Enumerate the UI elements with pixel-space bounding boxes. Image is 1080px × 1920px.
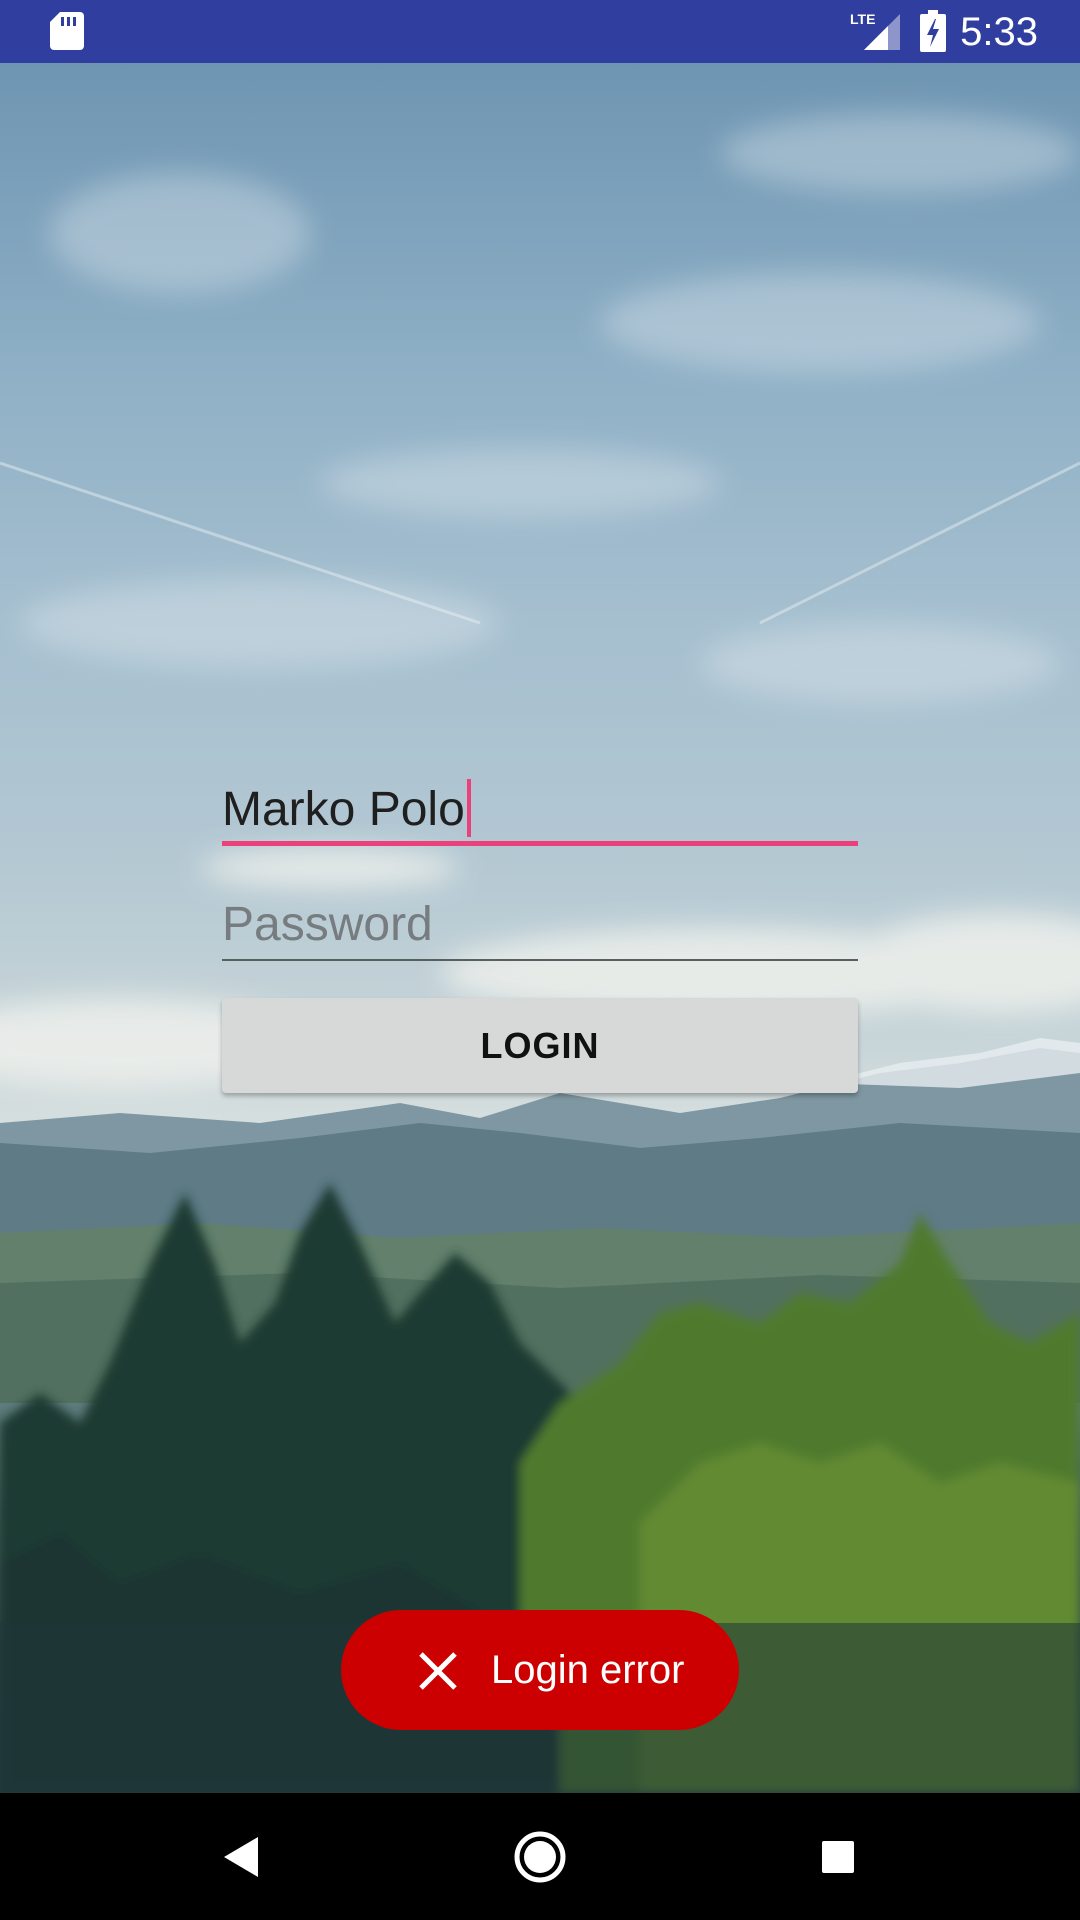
sd-card-icon — [50, 12, 84, 50]
text-cursor — [466, 779, 471, 837]
login-screen: LTE 5:33 Marko Polo LOGIN Login error — [0, 0, 1080, 1920]
password-underline — [222, 959, 858, 961]
password-input[interactable] — [222, 894, 858, 954]
network-label: LTE — [850, 11, 875, 27]
login-button[interactable]: LOGIN — [222, 998, 858, 1093]
back-icon[interactable] — [224, 1837, 258, 1877]
login-error-toast: Login error — [341, 1610, 739, 1730]
navigation-bar — [0, 1793, 1080, 1920]
error-message: Login error — [491, 1648, 685, 1692]
username-field[interactable]: Marko Polo — [222, 765, 858, 846]
recents-icon[interactable] — [822, 1841, 854, 1873]
status-bar-time: 5:33 — [960, 10, 1038, 54]
username-value: Marko Polo — [222, 783, 465, 836]
battery-charging-icon — [920, 10, 946, 52]
username-input[interactable]: Marko Polo — [222, 779, 471, 838]
close-icon — [419, 1652, 457, 1690]
lte-signal-icon: LTE — [850, 11, 900, 50]
username-underline — [222, 841, 858, 846]
password-field[interactable] — [222, 880, 858, 962]
home-icon[interactable] — [514, 1831, 566, 1883]
status-bar: LTE 5:33 — [0, 0, 1080, 63]
